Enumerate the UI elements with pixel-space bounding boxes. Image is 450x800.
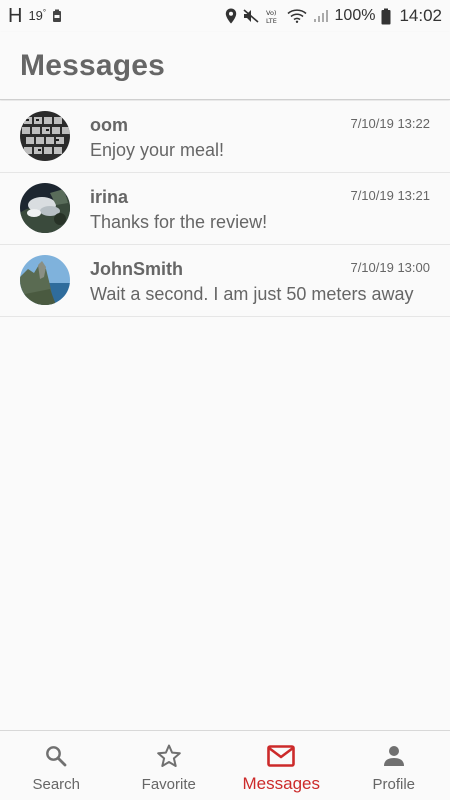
conversation-row[interactable]: oom 7/10/19 13:22 Enjoy your meal! bbox=[0, 101, 450, 173]
avatar bbox=[20, 183, 70, 233]
status-bar-right: Vo) LTE 100% 14:02 bbox=[225, 6, 442, 26]
nav-item-favorite[interactable]: Favorite bbox=[113, 731, 226, 800]
svg-text:LTE: LTE bbox=[266, 17, 277, 24]
network-type-indicator: H bbox=[8, 4, 23, 27]
page-title: Messages bbox=[20, 48, 166, 82]
bottom-navigation: Search Favorite Messages Profile bbox=[0, 730, 450, 800]
nav-item-messages[interactable]: Messages bbox=[225, 731, 338, 800]
wifi-icon bbox=[286, 9, 307, 23]
person-icon bbox=[382, 743, 406, 769]
message-timestamp: 7/10/19 13:22 bbox=[350, 116, 430, 131]
nav-item-profile[interactable]: Profile bbox=[338, 731, 450, 800]
conversation-row[interactable]: irina 7/10/19 13:21 Thanks for the revie… bbox=[0, 173, 450, 245]
avatar bbox=[20, 255, 70, 305]
message-preview: Thanks for the review! bbox=[90, 212, 268, 232]
status-bar: H 19° Vo) LTE 100% 14:02 bbox=[0, 0, 450, 32]
message-preview: Enjoy your meal! bbox=[90, 140, 225, 160]
avatar bbox=[20, 111, 70, 161]
temperature-value: 19 bbox=[28, 7, 43, 23]
temperature-indicator: 19° bbox=[28, 8, 46, 23]
nav-item-search[interactable]: Search bbox=[0, 731, 113, 800]
status-bar-left: H 19° bbox=[8, 5, 62, 28]
degree-symbol: ° bbox=[42, 7, 47, 17]
sender-name: irina bbox=[90, 187, 129, 207]
sender-name: JohnSmith bbox=[90, 259, 183, 279]
conversation-row[interactable]: JohnSmith 7/10/19 13:00 Wait a second. I… bbox=[0, 245, 450, 317]
volte-icon: Vo) LTE bbox=[265, 8, 281, 24]
battery-icon bbox=[381, 8, 391, 25]
signal-icon bbox=[313, 9, 329, 23]
mail-icon bbox=[267, 743, 296, 769]
mute-icon bbox=[243, 9, 259, 23]
battery-saver-icon bbox=[52, 9, 62, 23]
app-header: Messages bbox=[0, 32, 450, 100]
message-timestamp: 7/10/19 13:00 bbox=[350, 260, 430, 275]
nav-label: Favorite bbox=[141, 776, 196, 793]
svg-text:Vo): Vo) bbox=[266, 9, 276, 17]
search-icon bbox=[44, 743, 68, 769]
star-icon bbox=[156, 743, 182, 769]
message-list: oom 7/10/19 13:22 Enjoy your meal! irina… bbox=[0, 101, 450, 317]
clock: 14:02 bbox=[399, 6, 442, 25]
message-preview: Wait a second. I am just 50 meters away bbox=[90, 284, 414, 304]
nav-label: Profile bbox=[372, 776, 416, 793]
location-icon bbox=[225, 8, 237, 24]
sender-name: oom bbox=[90, 115, 128, 135]
nav-label: Search bbox=[32, 776, 81, 793]
battery-percent: 100% bbox=[334, 7, 376, 24]
message-timestamp: 7/10/19 13:21 bbox=[350, 188, 430, 203]
nav-label: Messages bbox=[242, 774, 320, 793]
